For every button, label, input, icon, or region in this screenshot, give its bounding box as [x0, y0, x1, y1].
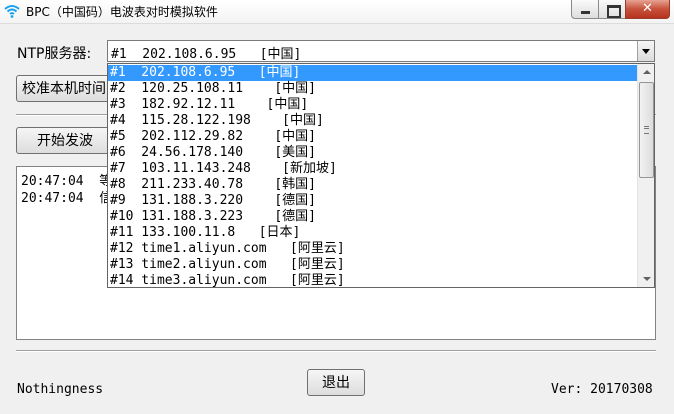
server-option[interactable]: #9 131.188.3.220 [德国]: [108, 193, 638, 209]
status-text: Nothingness: [17, 382, 104, 397]
maximize-button[interactable]: [598, 0, 625, 19]
ntp-server-selected-value: #1 202.108.6.95 [中国]: [111, 47, 302, 62]
window-title: BPC（中国码）电波表对时模拟软件: [26, 5, 218, 19]
close-button[interactable]: ✕: [625, 0, 670, 19]
server-option[interactable]: #3 182.92.12.11 [中国]: [108, 97, 638, 113]
server-option[interactable]: #12 time1.aliyun.com [阿里云]: [108, 241, 638, 257]
scroll-thumb[interactable]: [639, 82, 654, 178]
exit-button[interactable]: 退出: [307, 369, 365, 396]
chevron-down-icon[interactable]: [637, 41, 654, 61]
scroll-down-icon[interactable]: [638, 270, 654, 287]
start-transmit-button[interactable]: 开始发波: [16, 127, 116, 154]
log-line: 20:47:04 信: [21, 191, 113, 206]
ntp-server-label: NTP服务器:: [17, 46, 92, 62]
wifi-icon: [4, 5, 20, 18]
scroll-up-icon[interactable]: [638, 64, 654, 81]
dropdown-scrollbar[interactable]: [637, 64, 654, 287]
minimize-button[interactable]: [571, 0, 598, 19]
server-option[interactable]: #5 202.112.29.82 [中国]: [108, 129, 638, 145]
close-icon: ✕: [642, 1, 653, 16]
ntp-server-dropdown[interactable]: #1 202.108.6.95 [中国] #2 120.25.108.11 [中…: [107, 63, 655, 288]
server-option[interactable]: #11 133.100.11.8 [日本]: [108, 225, 638, 241]
calibrate-time-button[interactable]: 校准本机时间: [16, 75, 116, 102]
divider: [16, 350, 656, 352]
server-option[interactable]: #2 120.25.108.11 [中国]: [108, 81, 638, 97]
ntp-server-select[interactable]: #1 202.108.6.95 [中国]: [107, 40, 655, 62]
server-option[interactable]: #1 202.108.6.95 [中国]: [108, 65, 638, 81]
window-controls: ✕: [571, 0, 670, 19]
server-option[interactable]: #14 time3.aliyun.com [阿里云]: [108, 273, 638, 287]
server-option[interactable]: #6 24.56.178.140 [美国]: [108, 145, 638, 161]
server-option[interactable]: #4 115.28.122.198 [中国]: [108, 113, 638, 129]
server-list: #1 202.108.6.95 [中国] #2 120.25.108.11 [中…: [108, 65, 638, 287]
title-bar[interactable]: BPC（中国码）电波表对时模拟软件 ✕: [0, 0, 674, 24]
version-label: Ver: 20170308: [551, 382, 653, 397]
server-option[interactable]: #10 131.188.3.223 [德国]: [108, 209, 638, 225]
server-option[interactable]: #13 time2.aliyun.com [阿里云]: [108, 257, 638, 273]
server-option[interactable]: #7 103.11.143.248 [新加坡]: [108, 161, 638, 177]
server-option[interactable]: #8 211.233.40.78 [韩国]: [108, 177, 638, 193]
